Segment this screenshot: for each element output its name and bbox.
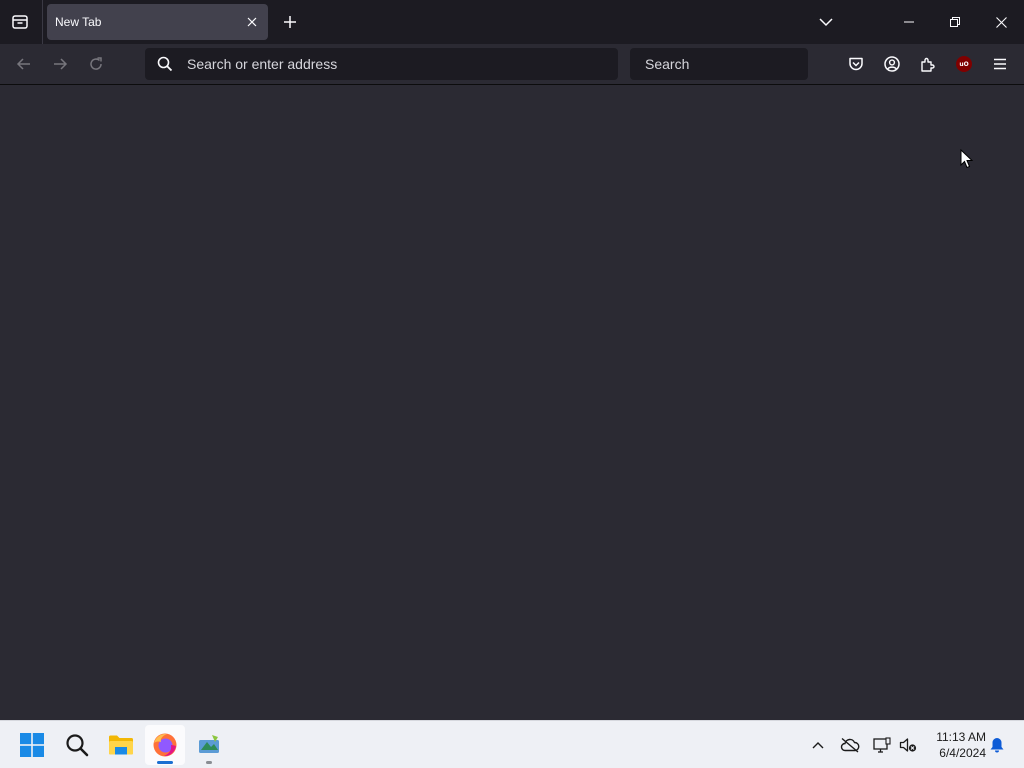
address-bar[interactable] (145, 48, 618, 80)
file-explorer-button[interactable] (101, 725, 141, 765)
tab-title: New Tab (55, 15, 102, 29)
ublock-origin-button[interactable]: uO (948, 48, 980, 80)
back-arrow-icon (16, 58, 30, 70)
minimize-button[interactable] (886, 0, 932, 44)
clock-time: 11:13 AM (936, 730, 986, 744)
close-window-button[interactable] (978, 0, 1024, 44)
running-app-indicator (206, 761, 212, 764)
firefox-view-button[interactable] (4, 6, 36, 38)
page-content-area[interactable] (0, 85, 1024, 720)
restore-icon (950, 17, 960, 27)
search-bar[interactable] (630, 48, 826, 80)
search-icon (157, 56, 173, 72)
new-tab-button[interactable] (276, 8, 304, 36)
system-clock[interactable]: 11:13 AM 6/4/2024 (924, 729, 986, 761)
tab-separator (42, 0, 43, 44)
show-hidden-icons-button[interactable] (804, 731, 832, 759)
speaker-muted-icon (899, 738, 917, 752)
forward-arrow-icon (54, 58, 68, 70)
account-button[interactable] (876, 48, 908, 80)
tab-strip: New Tab (0, 0, 1024, 44)
forward-button[interactable] (44, 48, 76, 80)
mouse-cursor-icon (960, 149, 974, 169)
minimize-icon (904, 21, 914, 23)
notifications-button[interactable] (986, 733, 1008, 757)
close-icon (247, 17, 257, 27)
onedrive-tray-button[interactable] (836, 731, 864, 759)
cloud-offline-icon (840, 737, 860, 753)
app-menu-button[interactable] (984, 48, 1016, 80)
tab-list-icon (12, 15, 28, 29)
navigation-toolbar: uO (0, 44, 1024, 85)
tab-close-button[interactable] (240, 10, 264, 34)
app-icon (199, 735, 219, 753)
notification-bell-icon (990, 738, 1004, 753)
network-tray-button[interactable] (868, 731, 896, 759)
account-icon (884, 56, 900, 72)
address-input[interactable] (187, 56, 618, 72)
hamburger-menu-icon (994, 58, 1006, 70)
reload-icon (90, 57, 102, 70)
chevron-up-icon (812, 742, 824, 749)
clock-date: 6/4/2024 (939, 746, 986, 760)
taskbar-search-button[interactable] (57, 725, 97, 765)
volume-tray-button[interactable] (894, 731, 922, 759)
list-all-tabs-button[interactable] (810, 6, 842, 38)
extensions-icon (921, 57, 935, 72)
taskbar: 11:13 AM 6/4/2024 (0, 720, 1024, 768)
chevron-down-icon (819, 18, 833, 27)
start-button[interactable] (12, 725, 52, 765)
active-app-indicator (157, 761, 173, 764)
search-icon (66, 734, 89, 757)
windows-start-icon (20, 733, 44, 757)
firefox-icon (153, 733, 177, 757)
file-explorer-icon (109, 735, 133, 755)
pocket-icon (849, 57, 863, 71)
plus-icon (284, 16, 296, 28)
firefox-taskbar-button[interactable] (145, 725, 185, 765)
extensions-button[interactable] (912, 48, 944, 80)
window-close-icon (995, 16, 1007, 28)
save-to-pocket-button[interactable] (840, 48, 872, 80)
restore-button[interactable] (932, 0, 978, 44)
search-input[interactable] (645, 56, 826, 72)
back-button[interactable] (8, 48, 40, 80)
app-taskbar-button[interactable] (189, 725, 229, 765)
reload-button[interactable] (80, 48, 112, 80)
tab-new-tab[interactable]: New Tab (47, 4, 268, 40)
ublock-icon: uO (956, 56, 972, 72)
network-icon (873, 737, 891, 753)
